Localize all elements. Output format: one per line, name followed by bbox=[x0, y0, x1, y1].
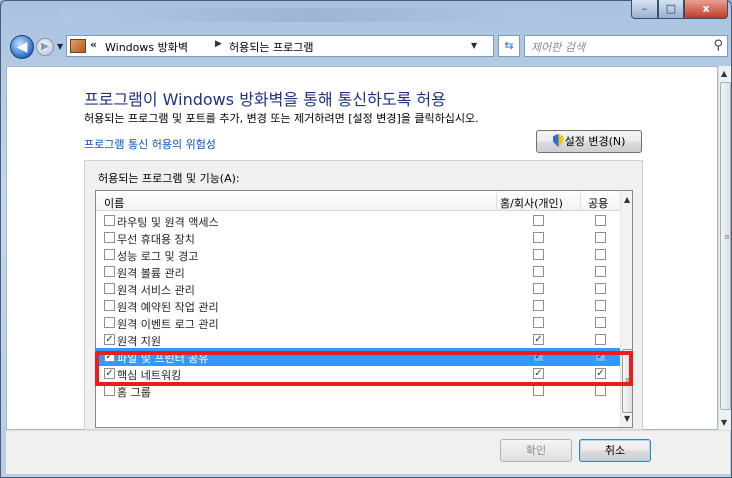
address-chevron[interactable]: « bbox=[90, 38, 97, 51]
home-network-checkbox[interactable] bbox=[533, 249, 544, 260]
change-settings-label: 설정 변경(N) bbox=[564, 135, 626, 148]
list-item[interactable]: 라우팅 및 원격 액세스 bbox=[96, 212, 620, 230]
back-button[interactable]: ◀ bbox=[10, 35, 34, 59]
address-dropdown-icon[interactable]: ▼ bbox=[471, 41, 477, 50]
public-network-checkbox[interactable] bbox=[595, 266, 606, 277]
page-description: 허용되는 프로그램 및 포트를 추가, 변경 또는 제거하려면 [설정 변경]을… bbox=[84, 112, 479, 125]
breadcrumb-separator[interactable]: ▶ bbox=[215, 39, 222, 49]
program-enable-checkbox[interactable] bbox=[104, 317, 115, 328]
page-title: 프로그램이 Windows 방화벽을 통해 통신하도록 허용 bbox=[84, 90, 446, 109]
public-network-checkbox[interactable] bbox=[595, 300, 606, 311]
control-panel-icon bbox=[70, 39, 86, 53]
home-network-checkbox[interactable]: ✓ bbox=[533, 334, 544, 345]
title-bar-blur bbox=[60, 8, 560, 22]
address-bar[interactable]: « Windows 방화벽 ▶ 허용되는 프로그램 ▼ bbox=[66, 35, 494, 57]
list-header: 이름 홈/회사(개인) 공용 bbox=[96, 191, 620, 211]
home-network-checkbox[interactable] bbox=[533, 317, 544, 328]
program-name: 성능 로그 및 경고 bbox=[117, 250, 199, 263]
change-settings-button[interactable]: 설정 변경(N) bbox=[536, 130, 642, 153]
home-network-checkbox[interactable] bbox=[533, 283, 544, 294]
home-network-checkbox[interactable] bbox=[533, 266, 544, 277]
column-divider[interactable] bbox=[580, 191, 581, 211]
minimize-button[interactable]: – bbox=[631, 0, 658, 19]
program-name: 원격 예약된 작업 관리 bbox=[117, 301, 219, 314]
program-enable-checkbox[interactable] bbox=[104, 215, 115, 226]
breadcrumb-allowed-programs[interactable]: 허용되는 프로그램 bbox=[229, 39, 313, 55]
highlight-annotation bbox=[95, 351, 633, 386]
program-enable-checkbox[interactable] bbox=[104, 266, 115, 277]
home-network-checkbox[interactable] bbox=[533, 300, 544, 311]
program-enable-checkbox[interactable] bbox=[104, 283, 115, 294]
search-input[interactable]: 제어판 검색 bbox=[531, 39, 585, 55]
home-network-checkbox[interactable] bbox=[533, 385, 544, 396]
program-enable-checkbox[interactable]: ✓ bbox=[104, 334, 115, 345]
program-name: 무선 휴대용 장치 bbox=[117, 233, 195, 246]
list-item[interactable]: 원격 예약된 작업 관리 bbox=[96, 297, 620, 315]
program-enable-checkbox[interactable] bbox=[104, 232, 115, 243]
scrollbar-thumb[interactable]: ≡ bbox=[720, 82, 731, 410]
list-scroll-up-icon[interactable]: ▲ bbox=[624, 195, 630, 204]
search-icon[interactable]: ⚲ bbox=[713, 38, 723, 53]
program-enable-checkbox[interactable] bbox=[104, 385, 115, 396]
breadcrumb-windows-firewall[interactable]: Windows 방화벽 bbox=[105, 39, 188, 55]
list-item[interactable]: 원격 서비스 관리 bbox=[96, 280, 620, 298]
public-network-checkbox[interactable] bbox=[595, 249, 606, 260]
list-scroll-down-icon[interactable]: ▼ bbox=[624, 414, 630, 423]
recent-pages-dropdown[interactable]: ▼ bbox=[57, 42, 63, 51]
public-network-checkbox[interactable] bbox=[595, 334, 606, 345]
grip-icon: ≡ bbox=[724, 233, 730, 241]
title-bar[interactable]: – □ x bbox=[0, 0, 730, 30]
public-network-checkbox[interactable] bbox=[595, 232, 606, 243]
program-name: 원격 이벤트 로그 관리 bbox=[117, 318, 219, 331]
list-scrollbar[interactable]: ▲ ≡ ▼ bbox=[620, 191, 632, 427]
allowed-programs-label: 허용되는 프로그램 및 기능(A): bbox=[98, 172, 240, 185]
uac-shield-icon bbox=[552, 134, 564, 147]
scroll-down-arrow-icon[interactable]: ▼ bbox=[721, 418, 727, 427]
program-name: 원격 지원 bbox=[117, 335, 161, 348]
refresh-button[interactable]: ⇆ bbox=[498, 35, 520, 57]
risk-help-link[interactable]: 프로그램 통신 허용의 위험성 bbox=[84, 136, 216, 152]
home-network-checkbox[interactable] bbox=[533, 215, 544, 226]
program-enable-checkbox[interactable] bbox=[104, 300, 115, 311]
column-header-name[interactable]: 이름 bbox=[104, 195, 124, 211]
list-item[interactable]: ✓ 원격 지원 ✓ bbox=[96, 331, 620, 349]
list-item[interactable]: 성능 로그 및 경고 bbox=[96, 246, 620, 264]
content-scrollbar[interactable]: ▲ ≡ ▼ bbox=[718, 66, 731, 430]
close-button[interactable]: x bbox=[684, 0, 728, 19]
public-network-checkbox[interactable] bbox=[595, 215, 606, 226]
cancel-button[interactable]: 취소 bbox=[579, 439, 651, 462]
column-header-home[interactable]: 홈/회사(개인) bbox=[500, 195, 563, 211]
programs-list[interactable]: 이름 홈/회사(개인) 공용 라우팅 및 원격 액세스무선 휴대용 장치성능 로… bbox=[95, 190, 633, 428]
ok-button[interactable]: 확인 bbox=[500, 439, 572, 462]
maximize-button[interactable]: □ bbox=[658, 0, 684, 19]
public-network-checkbox[interactable] bbox=[595, 317, 606, 328]
search-box[interactable]: 제어판 검색 ⚲ bbox=[524, 35, 728, 57]
program-name: 원격 서비스 관리 bbox=[117, 284, 195, 297]
column-header-public[interactable]: 공용 bbox=[588, 195, 608, 211]
public-network-checkbox[interactable] bbox=[595, 385, 606, 396]
program-name: 라우팅 및 원격 액세스 bbox=[117, 216, 219, 229]
program-name: 원격 볼륨 관리 bbox=[117, 267, 185, 280]
home-network-checkbox[interactable] bbox=[533, 232, 544, 243]
program-name: 홈 그룹 bbox=[117, 386, 151, 399]
navigation-bar: ◀ ▶ ▼ « Windows 방화벽 ▶ 허용되는 프로그램 ▼ ⇆ 제어판 … bbox=[4, 33, 728, 61]
list-item[interactable]: 원격 볼륨 관리 bbox=[96, 263, 620, 281]
scroll-up-arrow-icon[interactable]: ▲ bbox=[721, 69, 727, 78]
list-item[interactable]: 원격 이벤트 로그 관리 bbox=[96, 314, 620, 332]
program-enable-checkbox[interactable] bbox=[104, 249, 115, 260]
forward-button[interactable]: ▶ bbox=[36, 38, 54, 56]
column-divider[interactable] bbox=[496, 191, 497, 211]
list-item[interactable]: 무선 휴대용 장치 bbox=[96, 229, 620, 247]
public-network-checkbox[interactable] bbox=[595, 283, 606, 294]
